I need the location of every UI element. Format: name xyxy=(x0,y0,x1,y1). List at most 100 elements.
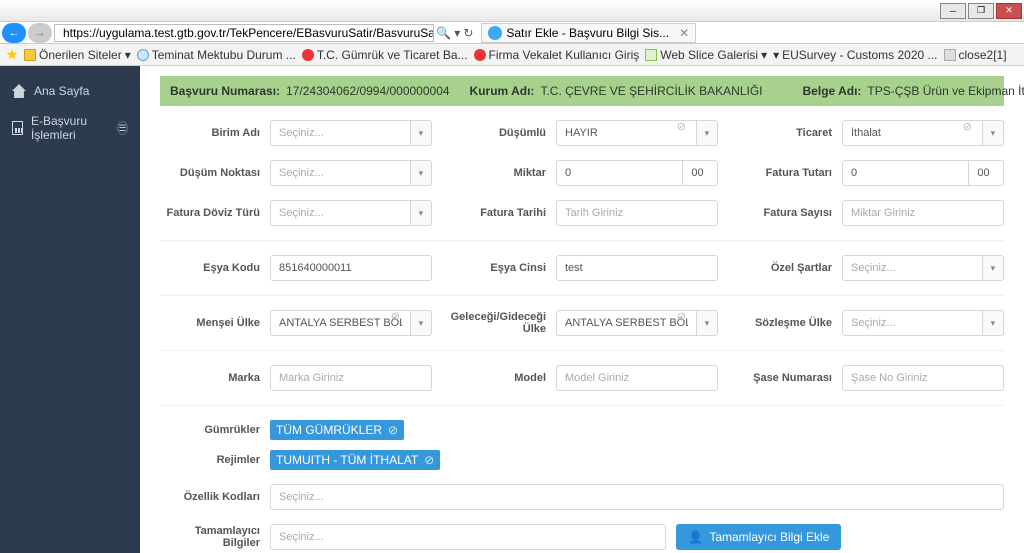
user-plus-icon: 👤 xyxy=(688,530,703,544)
fav-firma[interactable]: Firma Vekalet Kullanıcı Giriş xyxy=(474,48,640,62)
tab-title: Satır Ekle - Başvuru Bilgi Sis... xyxy=(506,26,669,40)
sidebar-badge: ☰ xyxy=(117,121,128,135)
model-label: Model xyxy=(446,372,556,384)
fatura-tutari-int[interactable] xyxy=(842,160,968,186)
model-input[interactable] xyxy=(556,365,718,391)
form-header: Başvuru Numarası:17/24304062/0994/000000… xyxy=(160,76,1004,106)
chevron-down-icon[interactable]: ▾ xyxy=(410,200,432,226)
kurum-label: Kurum Adı: xyxy=(470,84,535,98)
sase-input[interactable] xyxy=(842,365,1004,391)
birim-adi-select[interactable]: ▾ xyxy=(270,120,432,146)
sidebar: Ana Sayfa E-Başvuru İşlemleri ☰ xyxy=(0,66,140,553)
ozellik-kodlari-label: Özellik Kodları xyxy=(160,491,270,503)
nav-forward-button[interactable]: → xyxy=(28,23,52,43)
chevron-down-icon[interactable]: ▾ xyxy=(410,120,432,146)
gelecegi-ulke-select[interactable]: ⊘▾ xyxy=(556,310,718,336)
chevron-down-icon[interactable]: ▾ xyxy=(982,120,1004,146)
fatura-doviz-select[interactable]: ▾ xyxy=(270,200,432,226)
miktar-int[interactable] xyxy=(556,160,682,186)
fatura-sayisi-field[interactable] xyxy=(842,200,1004,226)
ozel-sartlar-select[interactable]: ▾ xyxy=(842,255,1004,281)
fatura-tarihi-label: Fatura Tarihi xyxy=(446,207,556,219)
marka-input[interactable] xyxy=(270,365,432,391)
search-icon[interactable]: 🔍 ▾ xyxy=(436,26,460,40)
sozlesme-ulke-label: Sözleşme Ülke xyxy=(732,317,842,329)
tab-favicon xyxy=(488,26,502,40)
fav-close2[interactable]: close2[1] xyxy=(944,48,1007,62)
chevron-down-icon[interactable]: ▾ xyxy=(410,160,432,186)
doc-icon xyxy=(944,49,956,61)
kurum-value: T.C. ÇEVRE VE ŞEHİRCİLİK BAKANLIĞI xyxy=(540,84,762,98)
tamamlayici-ekle-button[interactable]: 👤Tamamlayıcı Bilgi Ekle xyxy=(676,524,841,550)
clear-icon[interactable]: ⊘ xyxy=(391,310,400,323)
fav-webslice[interactable]: Web Slice Galerisi ▾ xyxy=(645,48,767,62)
chevron-down-icon[interactable]: ▾ xyxy=(696,120,718,146)
fatura-tutari-input-group[interactable] xyxy=(842,160,1004,186)
chevron-down-icon[interactable]: ▾ xyxy=(982,255,1004,281)
window-close-button[interactable]: ✕ xyxy=(996,3,1022,19)
esya-cinsi-input[interactable] xyxy=(556,255,718,281)
url-text: https://uygulama.test.gtb.gov.tr/TekPenc… xyxy=(63,26,434,40)
fav-teminat[interactable]: Teminat Mektubu Durum ... xyxy=(137,48,296,62)
url-input[interactable]: https://uygulama.test.gtb.gov.tr/TekPenc… xyxy=(54,24,434,42)
mensei-ulke-select[interactable]: ⊘▾ xyxy=(270,310,432,336)
fav-eusurvey[interactable]: ▾ EUSurvey - Customs 2020 ... xyxy=(773,48,937,62)
ticaret-label: Ticaret xyxy=(732,127,842,139)
rejimler-tag[interactable]: TUMUITH - TÜM İTHALAT⊘ xyxy=(270,450,440,470)
fav-suggested[interactable]: Önerilen Siteler ▾ xyxy=(24,48,131,62)
window-maximize-button[interactable]: ❐ xyxy=(968,3,994,19)
fav-gumruk[interactable]: T.C. Gümrük ve Ticaret Ba... xyxy=(302,48,468,62)
sidebar-item-ebasvuru[interactable]: E-Başvuru İşlemleri ☰ xyxy=(0,106,140,150)
miktar-input-group[interactable] xyxy=(556,160,718,186)
fav-star-icon[interactable] xyxy=(6,49,18,61)
chevron-down-icon[interactable]: ▾ xyxy=(410,310,432,336)
sozlesme-ulke-select[interactable]: ▾ xyxy=(842,310,1004,336)
ozel-sartlar-label: Özel Şartlar xyxy=(732,262,842,274)
mensei-ulke-input[interactable] xyxy=(270,310,410,336)
gumrukler-tag[interactable]: TÜM GÜMRÜKLER⊘ xyxy=(270,420,404,440)
favorites-bar: Önerilen Siteler ▾ Teminat Mektubu Durum… xyxy=(0,44,1024,66)
refresh-icon[interactable]: ↻ xyxy=(463,26,473,40)
browser-tab[interactable]: Satır Ekle - Başvuru Bilgi Sis... ✕ xyxy=(481,23,696,43)
birim-adi-input[interactable] xyxy=(270,120,410,146)
model-field[interactable] xyxy=(556,365,718,391)
ticaret-select[interactable]: ⊘▾ xyxy=(842,120,1004,146)
clear-icon[interactable]: ⊘ xyxy=(677,120,686,133)
sidebar-item-home[interactable]: Ana Sayfa xyxy=(0,76,140,106)
fatura-tutari-dec[interactable] xyxy=(968,160,1004,186)
dusum-noktasi-input[interactable] xyxy=(270,160,410,186)
nav-back-button[interactable]: ← xyxy=(2,23,26,43)
clear-icon[interactable]: ⊘ xyxy=(963,120,972,133)
window-minimize-button[interactable]: ─ xyxy=(940,3,966,19)
esya-kodu-input[interactable] xyxy=(270,255,432,281)
ozellik-kodlari-input[interactable] xyxy=(270,484,1004,510)
belge-value: TPS-ÇŞB Ürün ve Ekipman İthalat Beyan Di… xyxy=(867,84,1024,98)
fatura-tarihi-input[interactable] xyxy=(556,200,718,226)
clear-icon[interactable]: ⊘ xyxy=(677,310,686,323)
globe-icon xyxy=(137,49,149,61)
gelecegi-ulke-input[interactable] xyxy=(556,310,696,336)
chevron-down-icon[interactable]: ▾ xyxy=(982,310,1004,336)
fatura-doviz-input[interactable] xyxy=(270,200,410,226)
ozel-sartlar-input[interactable] xyxy=(842,255,982,281)
tab-close-icon[interactable]: ✕ xyxy=(679,26,689,40)
miktar-dec[interactable] xyxy=(682,160,718,186)
rejimler-label: Rejimler xyxy=(160,454,270,466)
tamamlayici-label: Tamamlayıcı Bilgiler xyxy=(160,525,270,549)
tamamlayici-input[interactable] xyxy=(270,524,666,550)
dusumlu-input[interactable] xyxy=(556,120,696,146)
dusumlu-select[interactable]: ⊘▾ xyxy=(556,120,718,146)
sase-field[interactable] xyxy=(842,365,1004,391)
sozlesme-ulke-input[interactable] xyxy=(842,310,982,336)
marka-field[interactable] xyxy=(270,365,432,391)
basvuru-no-value: 17/24304062/0994/000000004 xyxy=(286,84,450,98)
tag-remove-icon[interactable]: ⊘ xyxy=(424,453,434,467)
ticaret-input[interactable] xyxy=(842,120,982,146)
fatura-sayisi-input[interactable] xyxy=(842,200,1004,226)
tag-remove-icon[interactable]: ⊘ xyxy=(388,423,398,437)
esya-cinsi-field[interactable] xyxy=(556,255,718,281)
esya-kodu-field[interactable] xyxy=(270,255,432,281)
chevron-down-icon[interactable]: ▾ xyxy=(696,310,718,336)
fatura-tarihi-field[interactable] xyxy=(556,200,718,226)
dusum-noktasi-select[interactable]: ▾ xyxy=(270,160,432,186)
